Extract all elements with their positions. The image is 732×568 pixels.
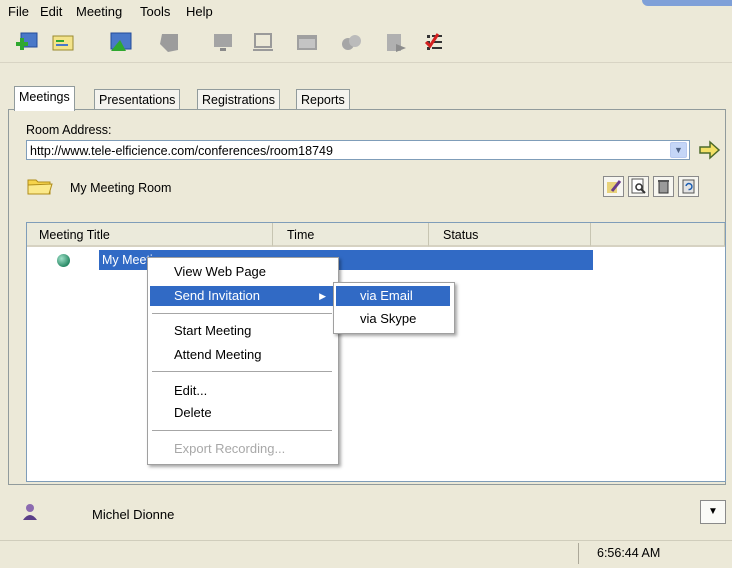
menu-tools[interactable]: Tools: [140, 4, 170, 19]
menu-item-send-invitation[interactable]: Send Invitation ▶: [150, 286, 334, 306]
menu-separator: [152, 371, 332, 372]
menu-edit[interactable]: Edit: [40, 4, 62, 19]
room-address-label: Room Address:: [26, 123, 112, 137]
meeting-list[interactable]: Meeting Title Time Status My Meeti: [26, 222, 726, 482]
user-name: Michel Dionne: [92, 507, 175, 522]
menu-bar: File Edit Meeting Tools Help: [0, 0, 732, 25]
delete-room-button[interactable]: [653, 176, 674, 197]
gray-camera-icon: [338, 30, 364, 56]
menu-item-attend-meeting[interactable]: Attend Meeting: [150, 345, 334, 365]
go-button[interactable]: [697, 138, 723, 162]
submenu-item-via-skype[interactable]: via Skype: [336, 309, 450, 329]
arrow-right-icon: [699, 140, 721, 160]
meeting-status-icon: [57, 254, 70, 267]
window-frame-corner: [642, 0, 732, 6]
refresh-room-button[interactable]: [678, 176, 699, 197]
user-dropdown-button[interactable]: ▼: [700, 500, 726, 524]
preview-icon: [631, 178, 646, 194]
menu-item-view-web-page[interactable]: View Web Page: [150, 262, 334, 282]
status-time: 6:56:44 AM: [578, 543, 718, 564]
gray-monitor-icon: [210, 30, 236, 56]
column-header-title[interactable]: Meeting Title: [27, 223, 273, 247]
checklist-icon[interactable]: [422, 30, 448, 56]
folder-icon: [26, 174, 54, 198]
room-address-input[interactable]: http://www.tele-elficience.com/conferenc…: [26, 140, 690, 160]
toolbar: [0, 24, 732, 63]
gray-slide-icon: [156, 30, 182, 56]
menu-meeting[interactable]: Meeting: [76, 4, 122, 19]
menu-item-delete[interactable]: Delete: [150, 403, 334, 423]
gray-screen-icon: [250, 30, 276, 56]
menu-separator: [152, 313, 332, 314]
menu-help[interactable]: Help: [186, 4, 213, 19]
context-menu: View Web Page Send Invitation ▶ Start Me…: [147, 257, 339, 465]
preview-room-button[interactable]: [628, 176, 649, 197]
menu-item-export-recording: Export Recording...: [174, 441, 286, 456]
column-header-time[interactable]: Time: [273, 223, 429, 247]
submenu-arrow-icon: ▶: [319, 291, 326, 301]
menu-item-start-meeting[interactable]: Start Meeting: [150, 321, 334, 341]
tab-registrations[interactable]: Registrations: [197, 89, 280, 110]
chevron-down-icon: ▼: [674, 145, 683, 155]
column-header-empty: [591, 223, 725, 247]
tab-meetings[interactable]: Meetings: [14, 86, 75, 111]
meeting-list-icon[interactable]: [50, 30, 76, 56]
column-header-status[interactable]: Status: [429, 223, 591, 247]
gray-window-icon: [294, 30, 320, 56]
invitation-submenu: via Email via Skype: [333, 282, 455, 334]
menu-item-send-invitation-label: Send Invitation: [174, 288, 261, 303]
gray-document-icon: [382, 30, 408, 56]
edit-icon: [607, 180, 622, 193]
chevron-down-icon: ▼: [708, 506, 718, 517]
submenu-item-via-email[interactable]: via Email: [336, 286, 450, 306]
menu-file[interactable]: File: [8, 4, 29, 19]
add-meeting-icon[interactable]: [14, 30, 40, 56]
refresh-icon: [682, 179, 695, 194]
user-icon: [20, 502, 40, 522]
room-address-dropdown[interactable]: ▼: [670, 142, 687, 158]
tab-reports[interactable]: Reports: [296, 89, 350, 110]
menu-item-edit[interactable]: Edit...: [150, 381, 334, 401]
room-name: My Meeting Room: [70, 181, 172, 195]
trash-icon: [658, 180, 669, 194]
presentation-icon[interactable]: [108, 30, 134, 56]
tab-presentations[interactable]: Presentations: [94, 89, 181, 110]
edit-room-button[interactable]: [603, 176, 624, 197]
menu-separator: [152, 430, 332, 431]
